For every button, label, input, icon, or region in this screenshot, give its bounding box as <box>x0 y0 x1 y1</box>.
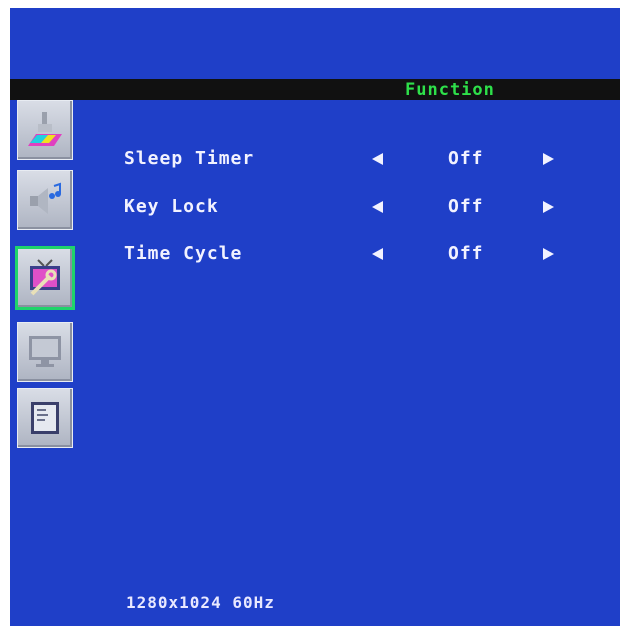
title-bar: Function <box>10 79 620 100</box>
right-arrow-icon[interactable] <box>543 248 554 260</box>
right-arrow-icon[interactable] <box>543 201 554 213</box>
menu-label: Time Cycle <box>124 243 243 264</box>
osd-screen: Function Sleep Timer Off Key Lock Off Ti… <box>10 8 620 626</box>
document-icon <box>31 402 59 434</box>
left-arrow-icon[interactable] <box>372 201 383 213</box>
monitor-icon <box>29 336 61 367</box>
menu-label: Key Lock <box>124 196 219 217</box>
resolution-status: 1280x1024 60Hz <box>126 593 275 612</box>
right-arrow-icon[interactable] <box>543 153 554 165</box>
left-arrow-icon[interactable] <box>372 153 383 165</box>
menu-row-sleep-timer[interactable]: Sleep Timer Off <box>10 148 620 176</box>
menu-value: Off <box>448 148 484 169</box>
menu-label: Sleep Timer <box>124 148 255 169</box>
sidebar-item-display[interactable] <box>17 322 73 382</box>
sidebar-item-information[interactable] <box>17 388 73 448</box>
page-title: Function <box>405 80 495 100</box>
menu-value: Off <box>448 243 484 264</box>
brush-color-icon <box>28 112 62 146</box>
menu-row-time-cycle[interactable]: Time Cycle Off <box>10 243 620 271</box>
left-arrow-icon[interactable] <box>372 248 383 260</box>
menu-value: Off <box>448 196 484 217</box>
menu-row-key-lock[interactable]: Key Lock Off <box>10 196 620 224</box>
